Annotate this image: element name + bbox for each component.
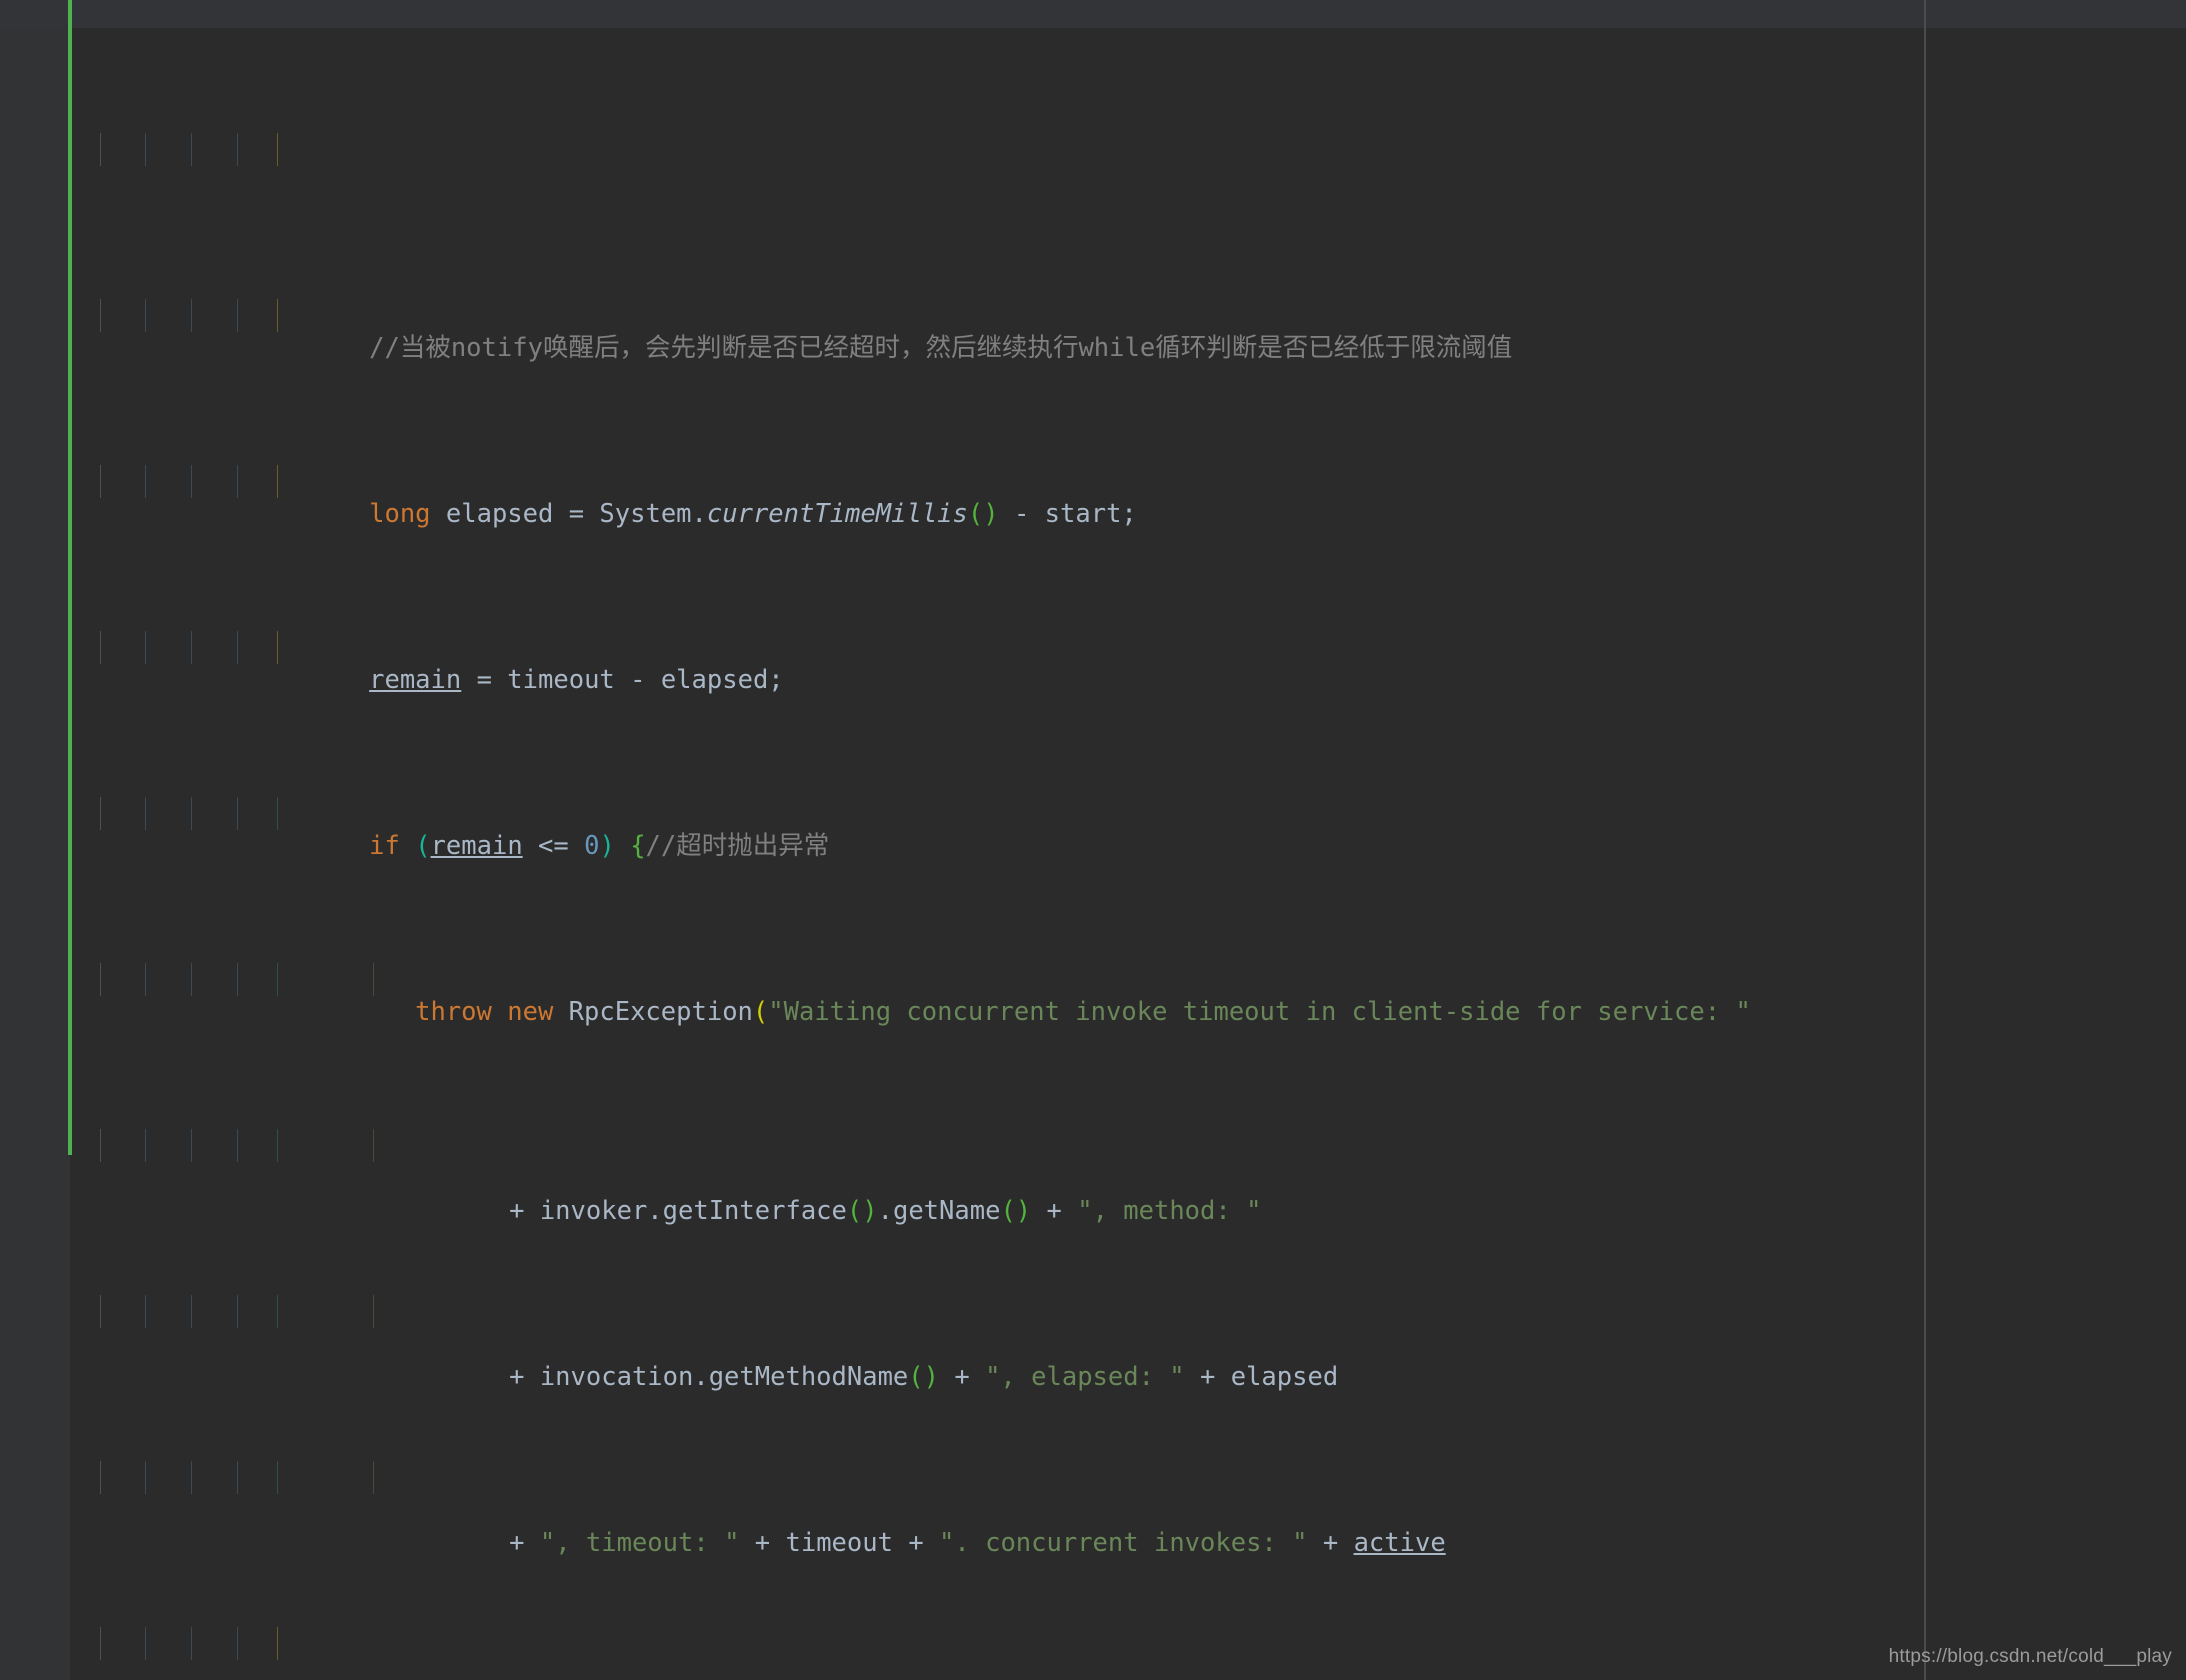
- keyword-if: if: [369, 831, 400, 862]
- variable-remain: remain: [369, 665, 462, 696]
- keyword-new: new: [507, 997, 554, 1028]
- string-concurrent-invokes: ". concurrent invokes: ": [939, 1528, 1308, 1559]
- literal-zero: 0: [584, 831, 600, 862]
- method-currentTimeMillis: currentTimeMillis: [706, 499, 968, 530]
- keyword-long: long: [369, 499, 431, 530]
- variable-remain: remain: [430, 831, 523, 862]
- string-timeout-message: "Waiting concurrent invoke timeout in cl…: [768, 997, 1751, 1028]
- code-line[interactable]: + ". max concurrent invoke limit: " + ma…: [0, 1460, 2186, 1494]
- code-line[interactable]: + invoker.getInterface().getName() + ", …: [0, 962, 2186, 1226]
- code-line[interactable]: + ", timeout: " + timeout + ". concurren…: [0, 1294, 2186, 1558]
- code-line[interactable]: remain = timeout - elapsed;: [0, 464, 2186, 695]
- keyword-throw: throw: [415, 997, 492, 1028]
- comment-notify-wakeup: //当被notify唤醒后，会先判断是否已经超时，然后继续执行while循环判断…: [369, 333, 1513, 364]
- code-line[interactable]: throw new RpcException("Waiting concurre…: [0, 796, 2186, 1027]
- code-content[interactable]: //当被notify唤醒后，会先判断是否已经超时，然后继续执行while循环判断…: [0, 0, 2186, 1680]
- code-editor-screenshot: //当被notify唤醒后，会先判断是否已经超时，然后继续执行while循环判断…: [0, 0, 2186, 1680]
- variable-active: active: [1353, 1528, 1446, 1559]
- code-line[interactable]: long elapsed = System.currentTimeMillis(…: [0, 298, 2186, 529]
- comment-timeout-throw: //超时抛出异常: [645, 831, 830, 862]
- string-elapsed-prefix: ", elapsed: ": [985, 1362, 1185, 1393]
- string-method-prefix: ", method: ": [1077, 1196, 1262, 1227]
- code-line[interactable]: }: [0, 1626, 2186, 1660]
- code-line[interactable]: if (remain <= 0) {//超时抛出异常: [0, 630, 2186, 861]
- watermark-text: https://blog.csdn.net/cold___play: [1888, 1646, 2172, 1667]
- code-line[interactable]: //当被notify唤醒后，会先判断是否已经超时，然后继续执行while循环判断…: [0, 132, 2186, 363]
- code-line[interactable]: + invocation.getMethodName() + ", elapse…: [0, 1128, 2186, 1392]
- string-timeout-prefix: ", timeout: ": [539, 1528, 740, 1559]
